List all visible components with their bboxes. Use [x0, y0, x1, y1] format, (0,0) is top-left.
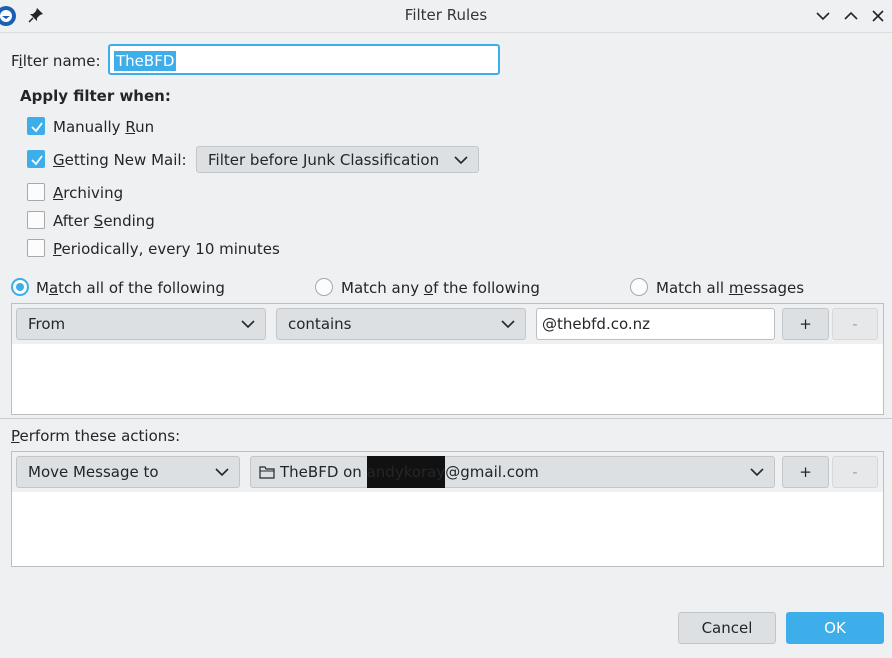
maximize-icon[interactable] [841, 6, 861, 26]
after-sending-label[interactable]: After Sending [53, 212, 155, 230]
target-folder-value: TheBFD on andykoray @gmail.com [259, 456, 539, 488]
manually-run-checkbox[interactable] [27, 117, 45, 135]
remove-rule-button[interactable]: - [832, 308, 878, 340]
getting-new-mail-label[interactable]: Getting New Mail: [53, 151, 187, 169]
rule-operator-value: contains [288, 315, 352, 333]
perform-actions-label: Perform these actions: [11, 427, 181, 445]
filter-name-input[interactable]: TheBFD [108, 44, 500, 75]
ok-button[interactable]: OK [786, 612, 884, 644]
action-type-select[interactable]: Move Message to [16, 456, 240, 488]
junk-classification-select[interactable]: Filter before Junk Classification [196, 146, 479, 173]
folder-icon [259, 466, 275, 479]
chevron-down-icon [454, 155, 468, 164]
target-folder-account: @gmail.com [445, 463, 539, 481]
match-all-label[interactable]: Match all of the following [36, 279, 225, 297]
chevron-down-icon [241, 320, 255, 329]
target-folder-name: TheBFD on [280, 463, 367, 481]
cancel-button[interactable]: Cancel [678, 612, 776, 644]
after-sending-checkbox[interactable] [27, 211, 45, 229]
getting-new-mail-checkbox[interactable] [27, 150, 45, 168]
redacted-text: andykoray [366, 456, 446, 488]
chevron-down-icon [750, 468, 764, 477]
target-folder-select[interactable]: TheBFD on andykoray @gmail.com [250, 456, 775, 488]
match-all-radio[interactable] [11, 278, 29, 296]
divider [0, 418, 892, 419]
add-action-button[interactable]: + [782, 456, 829, 488]
rule-field-value: From [28, 315, 66, 333]
minimize-icon[interactable] [813, 6, 833, 26]
chevron-down-icon [215, 468, 229, 477]
checkmark-icon [31, 155, 43, 166]
filter-name-label: Filter name: [11, 52, 101, 70]
periodically-label[interactable]: Periodically, every 10 minutes [53, 240, 280, 258]
archiving-checkbox[interactable] [27, 183, 45, 201]
rule-value-input[interactable]: @thebfd.co.nz [536, 308, 775, 340]
rule-value-text: @thebfd.co.nz [542, 315, 651, 333]
match-all-messages-radio[interactable] [630, 278, 648, 296]
chevron-down-icon [501, 320, 515, 329]
window-title: Filter Rules [404, 6, 488, 24]
match-any-radio[interactable] [315, 278, 333, 296]
remove-action-button[interactable]: - [832, 456, 878, 488]
checkmark-icon [31, 122, 43, 133]
junk-classification-value: Filter before Junk Classification [208, 150, 440, 169]
match-all-messages-label[interactable]: Match all messages [656, 279, 804, 297]
rule-field-select[interactable]: From [16, 308, 266, 340]
rule-operator-select[interactable]: contains [276, 308, 526, 340]
periodically-checkbox[interactable] [27, 239, 45, 257]
archiving-label[interactable]: Archiving [53, 184, 123, 202]
filter-name-value: TheBFD [114, 51, 177, 71]
apply-filter-heading: Apply filter when: [20, 87, 171, 105]
match-any-label[interactable]: Match any of the following [341, 279, 540, 297]
add-rule-button[interactable]: + [782, 308, 829, 340]
action-type-value: Move Message to [28, 463, 159, 481]
manually-run-label[interactable]: Manually Run [53, 118, 154, 136]
close-icon[interactable] [868, 6, 888, 26]
